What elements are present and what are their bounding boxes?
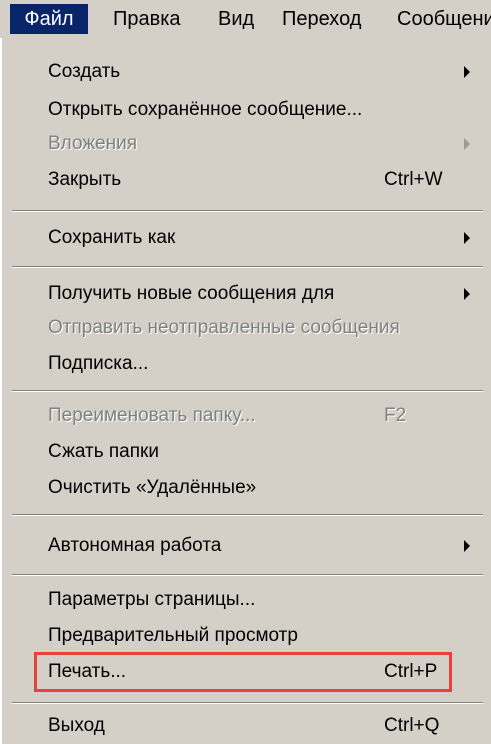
menu-item-print-preview[interactable]: Предварительный просмотр [2, 620, 491, 652]
menu-item-label: Очистить «Удалённые» [48, 477, 257, 498]
menu-item-label: Сохранить как [48, 227, 176, 248]
menu-item-label: Открыть сохранённое сообщение... [48, 99, 363, 120]
menu-item-label: Выход [48, 715, 105, 736]
menu-item-label: Получить новые сообщения для [48, 283, 335, 304]
menu-item-label: Закрыть [48, 169, 122, 190]
submenu-arrow-icon [464, 138, 470, 150]
menu-item-new[interactable]: Создать [2, 56, 491, 88]
menu-item-rename-folder: Переименовать папку... F2 [2, 400, 491, 432]
menu-separator [12, 574, 483, 576]
menu-item-page-setup[interactable]: Параметры страницы... [2, 584, 491, 616]
menu-bar: Файл Правка Вид Переход Сообщени [0, 0, 491, 39]
menu-item-send-unsent: Отправить неотправленные сообщения [2, 312, 491, 344]
menu-item-exit[interactable]: Выход Ctrl+Q [2, 710, 491, 742]
menu-item-open-saved-message[interactable]: Открыть сохранённое сообщение... [2, 94, 491, 126]
menubar-item-file[interactable]: Файл [10, 4, 88, 34]
menu-item-close[interactable]: Закрыть Ctrl+W [2, 164, 491, 196]
menu-item-label: Создать [48, 61, 121, 82]
menu-item-compact-folders[interactable]: Сжать папки [2, 436, 491, 468]
menu-separator [12, 702, 483, 704]
menu-item-subscribe[interactable]: Подписка... [2, 348, 491, 380]
submenu-arrow-icon [464, 66, 470, 78]
menu-item-attachments: Вложения [2, 128, 491, 160]
menu-item-label: Параметры страницы... [48, 589, 256, 610]
menu-item-empty-trash[interactable]: Очистить «Удалённые» [2, 472, 491, 504]
menu-separator [12, 514, 483, 516]
menu-item-label: Подписка... [48, 353, 149, 374]
menu-item-label: Предварительный просмотр [48, 625, 298, 646]
submenu-arrow-icon [464, 232, 470, 244]
shortcut-label: F2 [384, 405, 407, 426]
menubar-item-edit[interactable]: Правка [113, 4, 181, 34]
file-menu-dropdown: Создать Открыть сохранённое сообщение...… [0, 38, 491, 744]
shortcut-label: Ctrl+W [384, 169, 443, 190]
menu-item-label: Вложения [48, 133, 137, 154]
menu-item-save-as[interactable]: Сохранить как [2, 222, 491, 254]
menu-separator [12, 266, 483, 268]
menu-item-get-new-messages[interactable]: Получить новые сообщения для [2, 278, 491, 310]
menubar-item-message[interactable]: Сообщени [397, 4, 491, 34]
menubar-item-view[interactable]: Вид [218, 4, 254, 34]
submenu-arrow-icon [464, 288, 470, 300]
menu-item-label: Автономная работа [48, 535, 222, 556]
menu-item-label: Отправить неотправленные сообщения [48, 317, 400, 338]
menu-separator [12, 210, 483, 212]
submenu-arrow-icon [464, 540, 470, 552]
menu-item-label: Сжать папки [48, 441, 159, 462]
menu-separator [12, 390, 483, 392]
menu-item-label: Переименовать папку... [48, 405, 256, 426]
menubar-item-go[interactable]: Переход [282, 4, 361, 34]
menu-item-offline[interactable]: Автономная работа [2, 530, 491, 562]
print-highlight-box [34, 652, 452, 692]
shortcut-label: Ctrl+Q [384, 715, 440, 736]
